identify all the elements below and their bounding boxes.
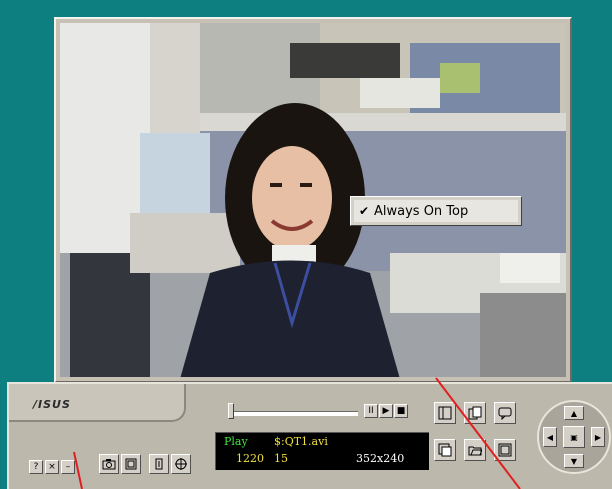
annotation-pointers [73, 377, 521, 489]
